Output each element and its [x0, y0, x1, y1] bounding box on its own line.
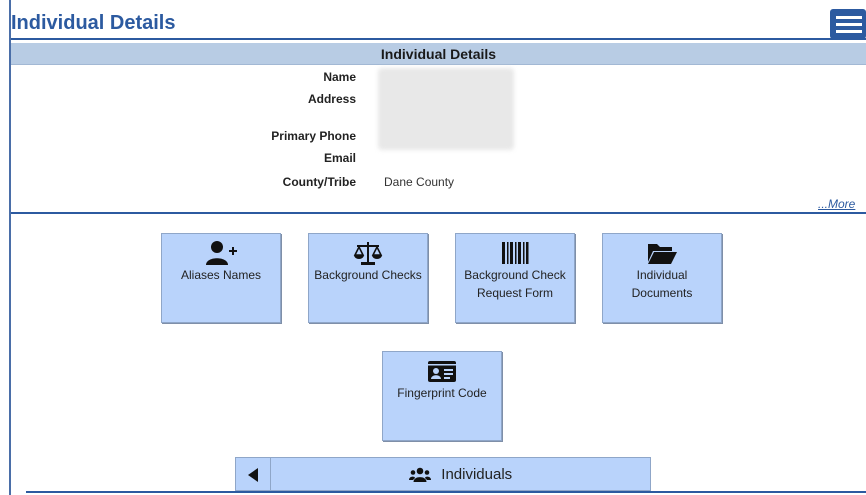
barcode-icon — [502, 242, 529, 264]
name-label: Name — [323, 70, 356, 84]
page-title: Individual Details — [11, 12, 176, 34]
county-tribe-value: Dane County — [384, 175, 455, 189]
individuals-nav-bar: Individuals — [235, 457, 651, 491]
fingerprint-code-label: Fingerprint Code — [397, 386, 487, 400]
address-label: Address — [307, 92, 356, 106]
more-link[interactable]: ...More — [818, 197, 855, 211]
users-icon — [408, 467, 431, 482]
individuals-button[interactable]: Individuals — [271, 457, 651, 491]
triangle-left-icon — [248, 468, 258, 482]
aliases-names-label: Aliases Names — [180, 268, 262, 282]
back-button[interactable] — [235, 457, 271, 491]
folder-open-icon — [648, 244, 677, 264]
menu-icon — [836, 23, 862, 26]
menu-icon — [836, 30, 862, 33]
title-bar: Individual Details — [11, 0, 866, 40]
background-check-request-form-label: Background Check Request Form — [464, 268, 566, 300]
background-checks-button[interactable]: Background Checks — [308, 233, 428, 323]
fingerprint-code-button[interactable]: Fingerprint Code — [382, 351, 502, 441]
individual-documents-label: Individual Documents — [631, 268, 693, 300]
scales-icon — [353, 242, 383, 265]
menu-icon — [836, 16, 862, 19]
background-check-request-form-button[interactable]: Background Check Request Form — [455, 233, 575, 323]
section-header: Individual Details — [11, 43, 866, 65]
county-tribe-label: County/Tribe — [282, 175, 356, 189]
aliases-names-button[interactable]: Aliases Names — [161, 233, 281, 323]
background-checks-label: Background Checks — [314, 268, 422, 282]
individuals-label: Individuals — [441, 466, 513, 483]
bottom-divider — [26, 491, 866, 493]
person-plus-icon — [206, 241, 237, 265]
title-divider — [11, 38, 866, 40]
section-divider — [11, 212, 866, 214]
primary-phone-label: Primary Phone — [271, 129, 356, 143]
individual-documents-button[interactable]: Individual Documents — [602, 233, 722, 323]
id-card-icon — [428, 361, 456, 382]
redacted-info-block — [378, 68, 514, 150]
hamburger-menu-button[interactable] — [830, 9, 866, 39]
email-label: Email — [323, 151, 356, 165]
